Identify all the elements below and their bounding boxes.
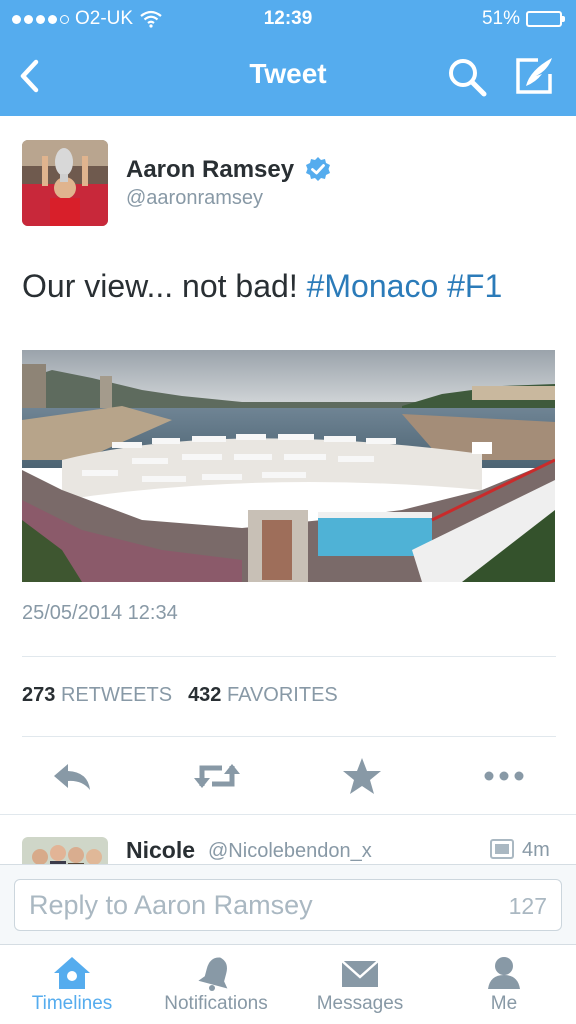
user-avatar[interactable] (22, 140, 108, 226)
person-icon (488, 957, 520, 989)
reply-user-name[interactable]: Nicole (126, 837, 195, 864)
user-handle[interactable]: @aaronramsey (126, 187, 263, 210)
tweet-timestamp: 25/05/2014 12:34 (22, 602, 178, 624)
tab-label: Me (490, 993, 518, 1014)
favorites-label: FAVORITES (227, 684, 338, 706)
home-icon (54, 957, 90, 989)
retweets-label: RETWEETS (60, 684, 173, 706)
tab-me[interactable]: Me (432, 945, 576, 1024)
hashtag-link[interactable]: #F1 (447, 268, 502, 304)
media-icon (490, 839, 514, 859)
hashtag-link[interactable]: #Monaco (307, 268, 439, 304)
bell-icon (198, 957, 228, 991)
reply-placeholder: Reply to Aaron Ramsey (29, 890, 313, 920)
divider (22, 736, 556, 737)
tab-label: Messages (316, 993, 404, 1014)
tab-timelines[interactable]: Timelines (0, 945, 144, 1024)
tab-messages[interactable]: Messages (288, 945, 432, 1024)
tweet-photo[interactable] (22, 350, 555, 582)
tab-label: Timelines (31, 993, 113, 1014)
tab-bar: Timelines Notifications Messages Me (0, 944, 576, 1024)
search-icon[interactable] (446, 56, 488, 98)
page-title: Tweet (249, 58, 327, 89)
app-header: O2-UK 12:39 51% Tweet (0, 0, 576, 116)
reply-user-handle[interactable]: @Nicolebendon_x (208, 840, 372, 863)
tab-notifications[interactable]: Notifications (144, 945, 288, 1024)
more-icon[interactable] (482, 756, 526, 796)
battery-percent: 51% (481, 8, 520, 29)
reply-time: 4m (522, 839, 550, 861)
status-bar: O2-UK 12:39 51% (0, 0, 576, 38)
retweets-stat[interactable]: 273 RETWEETS (22, 684, 172, 707)
favorites-count: 432 (188, 684, 222, 706)
reply-composer: Reply to Aaron Ramsey 127 (0, 864, 576, 944)
retweet-icon[interactable] (192, 756, 242, 796)
reply-input[interactable]: Reply to Aaron Ramsey 127 (14, 879, 562, 931)
favorite-icon[interactable] (340, 756, 384, 796)
nav-bar: Tweet (0, 38, 576, 116)
battery-icon (526, 11, 565, 27)
verified-badge-icon (306, 157, 331, 181)
divider (22, 656, 556, 657)
reply-user-avatar[interactable] (22, 837, 108, 864)
char-counter: 127 (508, 893, 547, 919)
tweet-text-body: Our view... not bad! (22, 268, 307, 304)
user-display-name[interactable]: Aaron Ramsey (126, 156, 294, 184)
retweets-count: 273 (22, 684, 56, 706)
reply-icon[interactable] (50, 756, 94, 796)
tweet-text: Our view... not bad! #Monaco #F1 (22, 268, 502, 305)
tweet-actions (0, 746, 576, 806)
favorites-stat[interactable]: 432 FAVORITES (188, 684, 338, 707)
reply-tweet-row[interactable]: Nicole @Nicolebendon_x 4m (0, 814, 576, 864)
tab-label: Notifications (164, 993, 268, 1014)
compose-icon[interactable] (512, 54, 556, 98)
envelope-icon (341, 960, 379, 987)
tweet-stats: 273 RETWEETS 432 FAVORITES (22, 684, 338, 707)
